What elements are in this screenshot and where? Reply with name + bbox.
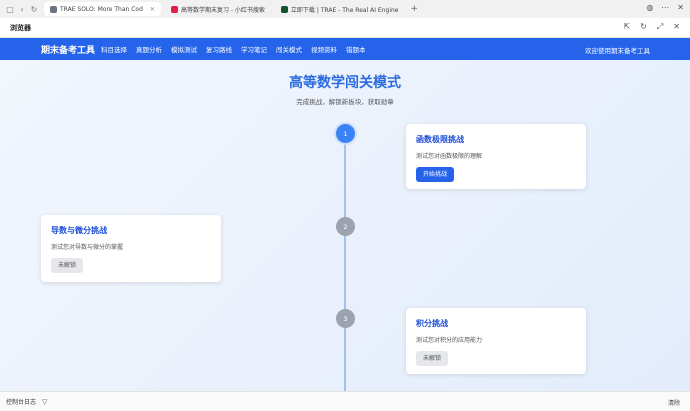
browser-tab-1[interactable]: 高等数学期末复习 - 小红书搜索 [165,2,271,16]
sidebar-toggle-icon[interactable]: ▢ [4,3,16,15]
browser-tab-0[interactable]: TRAE SOLO: More Than Cod ✕ [44,2,161,16]
nav-links: 科目选择 真题分析 模拟测试 复习路线 学习笔记 闯关模式 视频资料 错题本 [101,44,375,54]
level-description: 测试您对导数与微分的掌握 [51,244,124,251]
nav-item[interactable]: 真题分析 [136,44,162,54]
locked-button[interactable]: 未解锁 [416,351,449,366]
nav-item[interactable]: 错题本 [346,44,366,54]
app-navbar: 期末备考工具 科目选择 真题分析 模拟测试 复习路线 学习笔记 闯关模式 视频资… [0,38,690,60]
cursor-icon[interactable]: ⇱ [623,22,630,32]
filter-icon[interactable]: ▽ [42,398,47,406]
locked-button[interactable]: 未解锁 [51,258,84,273]
browser-tab-2[interactable]: 立即下载 | TRAE - The Real AI Engine [275,2,405,16]
brand-title[interactable]: 期末备考工具 [41,43,95,56]
welcome-text: 欢迎使用期末备考工具 [585,47,650,55]
console-bar: 控制台日志 ▽ 清除 [0,391,690,411]
tab-label: 高等数学期末复习 - 小红书搜索 [180,6,265,14]
level-node: 1 [336,124,355,143]
browser-tab-bar: ▢ ‹ ↻ TRAE SOLO: More Than Cod ✕ 高等数学期末复… [0,0,690,18]
clear-button[interactable]: 清除 [668,398,680,407]
level-title: 函数极限挑战 [416,135,464,144]
level-title: 积分挑战 [416,319,448,328]
nav-item[interactable]: 科目选择 [101,44,127,54]
tab-favicon-icon [280,5,288,13]
page-title: 高等数学闯关模式 [289,75,401,91]
tab-favicon-icon [170,5,178,13]
nav-item[interactable]: 模拟测试 [171,44,197,54]
title-bar-icons: ⇱ ↻ ⤢ ✕ [623,22,680,32]
level-node: 3 [336,309,355,328]
level-node: 2 [336,217,355,236]
level-card: 函数极限挑战 测试您对函数极限的理解 开始挑战 [406,124,586,189]
level-description: 测试您对积分的应用能力 [416,337,483,344]
level-description: 测试您对函数极限的理解 [416,153,483,160]
browser-title-bar: 浏览器 ⇱ ↻ ⤢ ✕ [0,18,690,38]
new-tab-icon[interactable]: + [410,4,418,14]
back-icon[interactable]: ‹ [16,3,28,15]
level-title: 导数与微分挑战 [51,226,107,235]
close-panel-icon[interactable]: ✕ [673,22,680,32]
page-subtitle: 完成挑战，解锁新板块，获取勋章 [296,98,394,106]
nav-item[interactable]: 学习笔记 [241,44,267,54]
nav-item[interactable]: 复习路线 [206,44,232,54]
globe-icon[interactable]: ◍ [646,3,653,12]
tab-label: 立即下载 | TRAE - The Real AI Engine [290,6,399,14]
main-content: 高等数学闯关模式 完成挑战，解锁新板块，获取勋章 1 函数极限挑战 测试您对函数… [0,60,690,391]
expand-icon[interactable]: ⤢ [657,22,663,32]
timeline-line [344,140,346,391]
close-window-icon[interactable]: ✕ [677,3,684,12]
window-title: 浏览器 [10,23,31,32]
nav-item[interactable]: 视频资料 [311,44,337,54]
close-tab-icon[interactable]: ✕ [150,6,155,13]
nav-item[interactable]: 闯关模式 [276,44,302,54]
console-label[interactable]: 控制台日志 [6,397,36,406]
level-card: 导数与微分挑战 测试您对导数与微分的掌握 未解锁 [41,215,221,282]
tab-label: TRAE SOLO: More Than Cod [60,5,143,13]
menu-icon[interactable]: ⋯ [661,3,669,12]
window-controls: ◍ ⋯ ✕ [646,3,684,12]
refresh-icon[interactable]: ↻ [640,22,647,32]
tab-favicon-icon [50,5,57,13]
start-challenge-button[interactable]: 开始挑战 [416,167,455,182]
reload-icon[interactable]: ↻ [28,3,40,15]
level-card: 积分挑战 测试您对积分的应用能力 未解锁 [406,308,586,374]
